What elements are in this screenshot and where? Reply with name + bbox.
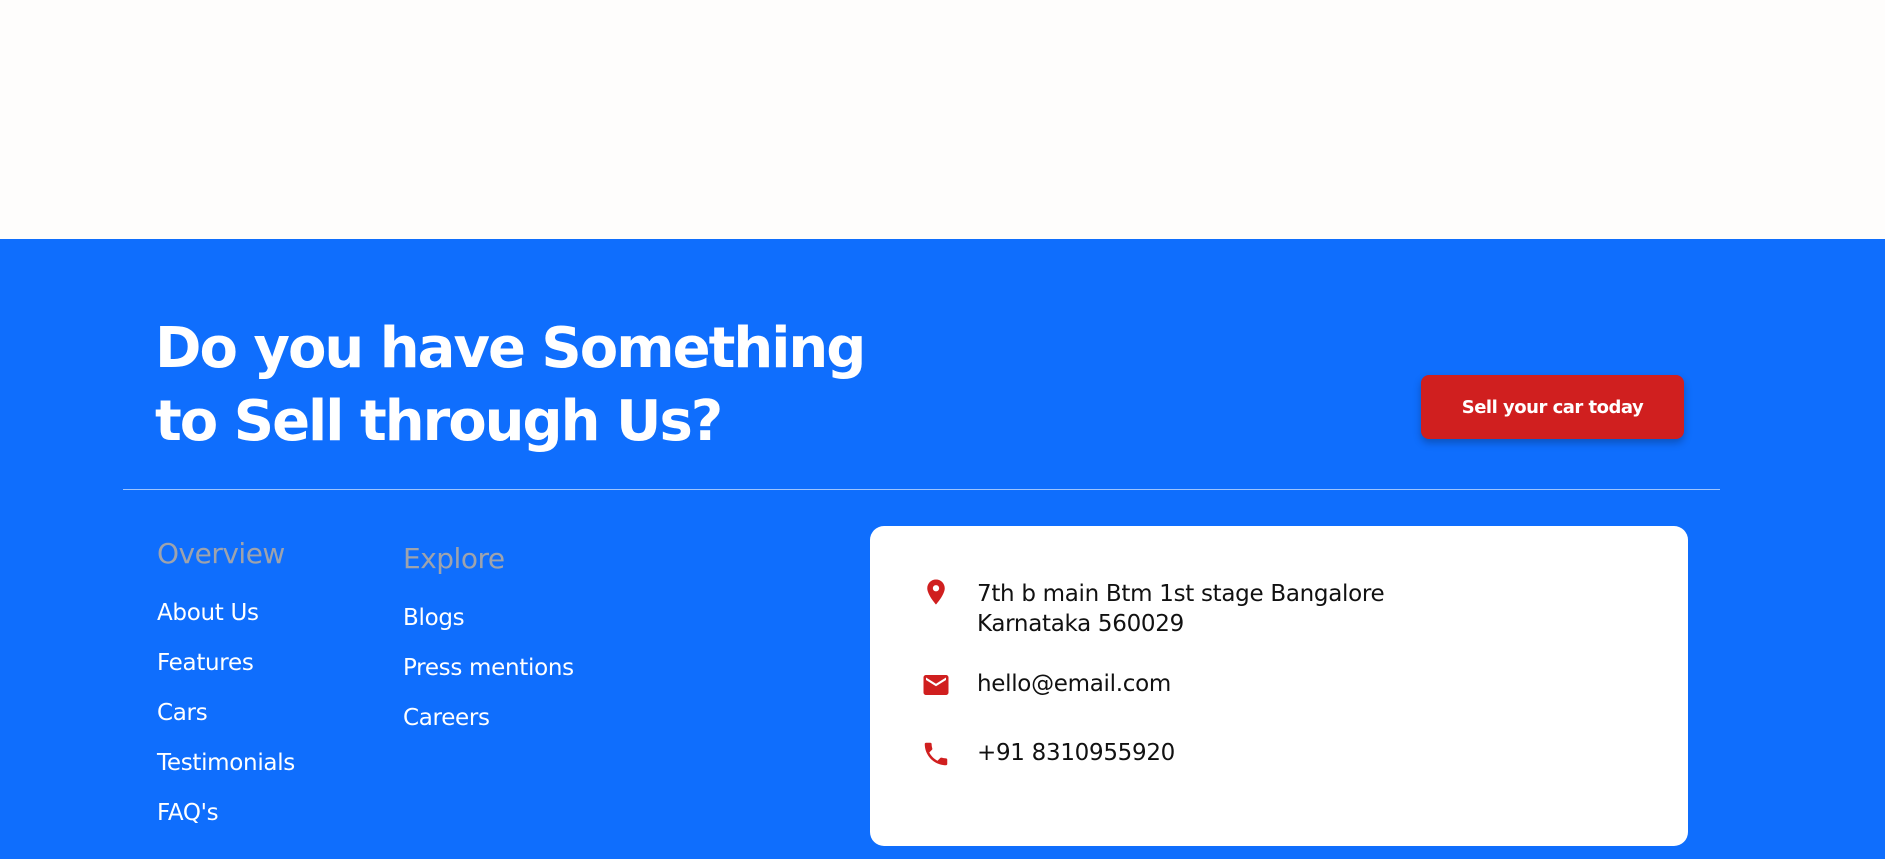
footer-divider xyxy=(123,489,1720,490)
footer-link-features[interactable]: Features xyxy=(157,650,254,676)
footer-link-blogs[interactable]: Blogs xyxy=(403,605,465,631)
contact-phone-link[interactable]: +91 8310955920 xyxy=(977,738,1175,768)
address-line-2: Karnataka 560029 xyxy=(977,611,1184,637)
footer-link-careers[interactable]: Careers xyxy=(403,705,490,731)
overview-heading: Overview xyxy=(157,537,285,570)
footer-link-cars[interactable]: Cars xyxy=(157,700,208,726)
phone-icon xyxy=(924,742,948,766)
cta-heading-line-1: Do you have Something xyxy=(155,316,866,381)
footer-link-testimonials[interactable]: Testimonials xyxy=(157,750,295,776)
footer-link-faqs[interactable]: FAQ's xyxy=(157,800,219,826)
sell-car-button[interactable]: Sell your car today xyxy=(1421,375,1684,439)
address-line-1: 7th b main Btm 1st stage Bangalore xyxy=(977,581,1385,607)
cta-heading: Do you have Something to Sell through Us… xyxy=(155,312,915,458)
cta-heading-line-2: to Sell through Us? xyxy=(155,389,723,454)
footer-link-about-us[interactable]: About Us xyxy=(157,600,259,626)
explore-heading: Explore xyxy=(403,542,505,575)
contact-card: 7th b main Btm 1st stage Bangalore Karna… xyxy=(870,526,1688,846)
location-pin-icon xyxy=(927,579,945,605)
contact-email-link[interactable]: hello@email.com xyxy=(977,669,1171,699)
mail-icon xyxy=(923,675,949,695)
top-blank-area xyxy=(0,0,1885,239)
footer-link-press-mentions[interactable]: Press mentions xyxy=(403,655,574,681)
